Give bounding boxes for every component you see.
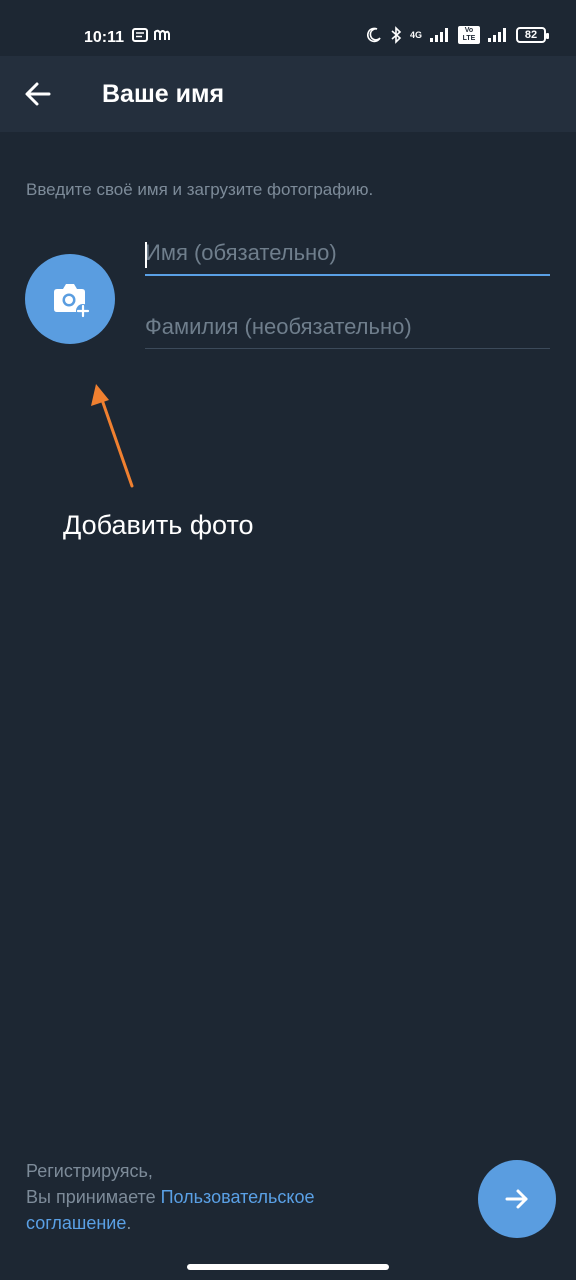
last-name-input[interactable] [145,314,550,348]
camera-add-icon [54,284,90,318]
terms-prefix: Вы принимаете [26,1187,161,1207]
battery-icon: 82 [516,27,549,43]
first-name-input[interactable] [145,240,550,274]
message-icon [132,28,148,42]
terms-suffix: . [126,1213,132,1233]
terms-notice: Регистрируясь, Вы принимаете Пользовател… [26,1158,315,1236]
signal-icon-2 [488,28,506,42]
status-time: 10:11 [84,29,125,46]
terms-link-part1[interactable]: Пользовательское [161,1187,315,1207]
battery-level: 82 [524,29,538,41]
annotation-label: Добавить фото [63,510,254,540]
terms-line-3: соглашение. [26,1210,315,1236]
signal-icon [430,28,448,42]
page-title: Ваше имя [102,80,225,108]
moon-icon [367,27,381,43]
annotation-arrow-icon [91,384,134,488]
app-bar: Ваше имя [0,56,576,132]
terms-line-1: Регистрируясь, [26,1161,153,1181]
status-notification-icons [132,28,170,42]
status-bar: 10:11 4G Vo LTE 82 [0,0,576,56]
first-name-field-wrapper [145,240,550,276]
home-indicator[interactable] [187,1264,389,1270]
terms-link-part2[interactable]: соглашение [26,1213,126,1233]
instruction-text: Введите своё имя и загрузите фотографию. [26,180,374,199]
arrow-right-icon [505,1189,528,1209]
next-button[interactable] [478,1160,556,1238]
last-name-field-wrapper [145,314,550,349]
terms-line-2: Вы принимаете Пользовательское [26,1184,315,1210]
network-type-label: 4G [409,30,422,40]
text-cursor [145,242,147,268]
back-button[interactable] [20,76,56,112]
status-system-icons: 4G Vo LTE 82 [366,26,549,44]
add-photo-button[interactable] [25,254,115,344]
volte-badge: Vo LTE [458,26,480,44]
bluetooth-icon [391,26,402,44]
app-m-icon [154,29,170,40]
arrow-left-icon [25,82,51,106]
